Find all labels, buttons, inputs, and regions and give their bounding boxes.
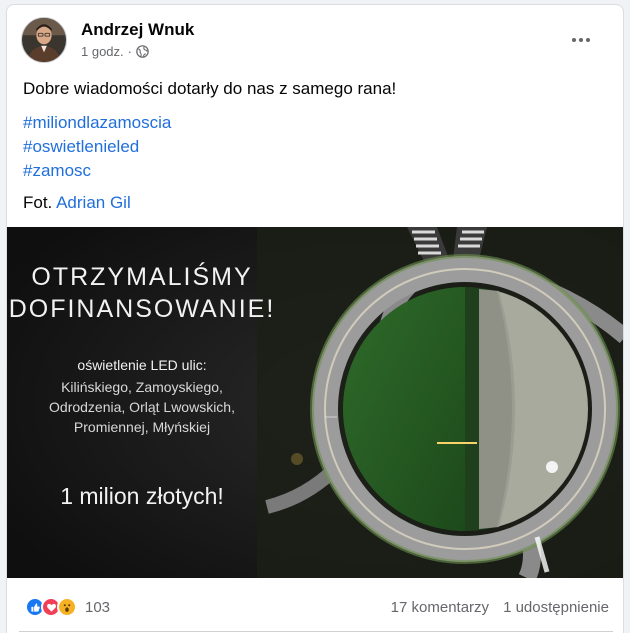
more-options-icon[interactable] <box>565 24 597 56</box>
comments-count[interactable]: 17 komentarzy <box>391 599 489 616</box>
photo-credit: Fot. Adrian Gil <box>23 191 131 215</box>
street-line: Promiennej, Młyńskiej <box>73 419 211 435</box>
headline-line: DOFINANSOWANIE! <box>8 295 276 323</box>
author-name[interactable]: Andrzej Wnuk <box>81 20 194 40</box>
post-body: Dobre wiadomości dotarły do nas z samego… <box>23 77 607 101</box>
post-time[interactable]: 1 godz. <box>81 44 124 59</box>
post-text: Dobre wiadomości dotarły do nas z samego… <box>23 79 397 98</box>
footer-divider <box>19 631 613 632</box>
photographer-link[interactable]: Adrian Gil <box>56 193 131 212</box>
avatar[interactable] <box>21 17 67 63</box>
post-header: Andrzej Wnuk 1 godz. · <box>21 15 609 65</box>
post-meta: 1 godz. · <box>81 44 149 59</box>
hashtag-link[interactable]: #miliondlazamoscia <box>23 111 171 135</box>
image-headline: OTRZYMALIŚMY DOFINANSOWANIE! <box>7 261 277 325</box>
hashtag-list: #miliondlazamoscia #oswietlenieled #zamo… <box>23 111 171 183</box>
reaction-summary[interactable]: 103 <box>25 597 110 617</box>
globe-icon[interactable] <box>136 45 149 58</box>
image-subhead: oświetlenie LED ulic: <box>77 357 207 373</box>
image-amount: 1 milion złotych! <box>60 483 224 509</box>
street-line: Kilińskiego, Zamoyskiego, <box>61 379 223 395</box>
reaction-count[interactable]: 103 <box>85 599 110 616</box>
street-line: Odrodzenia, Orląt Lwowskich, <box>49 399 235 415</box>
hashtag-link[interactable]: #oswietlenieled <box>23 135 171 159</box>
hashtag-link[interactable]: #zamosc <box>23 159 171 183</box>
image-streets: Kilińskiego, Zamoyskiego, Odrodzenia, Or… <box>7 377 277 437</box>
post-card: Andrzej Wnuk 1 godz. · Dobre wiadomości … <box>6 4 624 633</box>
photo-credit-prefix: Fot. <box>23 193 53 212</box>
shares-count[interactable]: 1 udostępnienie <box>503 599 609 616</box>
wow-icon <box>57 597 77 617</box>
meta-separator: · <box>127 44 132 59</box>
headline-line: OTRZYMALIŚMY <box>31 263 253 291</box>
engagement-stats: 17 komentarzy 1 udostępnienie <box>391 599 609 616</box>
post-image[interactable]: OTRZYMALIŚMY DOFINANSOWANIE! oświetlenie… <box>7 227 623 578</box>
post-footer: 103 17 komentarzy 1 udostępnienie <box>7 578 623 632</box>
